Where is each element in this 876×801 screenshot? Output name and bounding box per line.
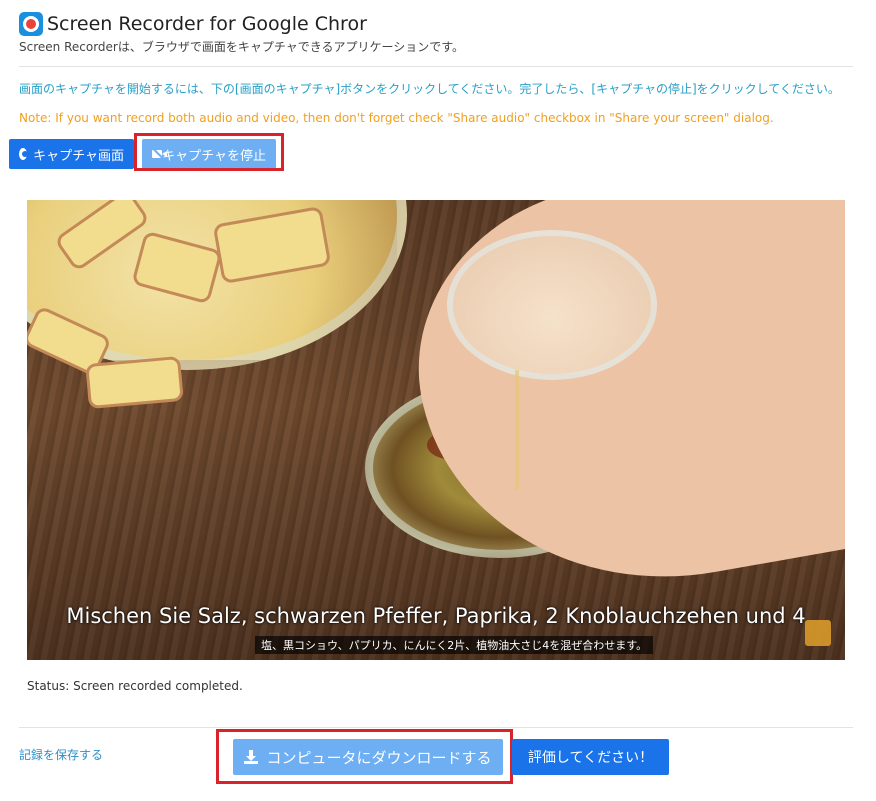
save-recording-link[interactable]: 記録を保存する [19, 746, 103, 763]
status-text: Status: Screen recorded completed. [27, 679, 243, 693]
record-icon [19, 148, 29, 160]
capture-screen-label: キャプチャ画面 [33, 148, 124, 164]
instruction-text: 画面のキャプチャを開始するには、下の[画面のキャプチャ]ボタンをクリックしてくだ… [19, 82, 840, 96]
app-title: Screen Recorder for Google Chror [47, 13, 367, 35]
oil-stream [515, 370, 519, 490]
footer-divider [19, 727, 853, 728]
video-subtitle-ja: 塩、黒コショウ、パプリカ、にんにく2片、植物油大さじ4を混ぜ合わせます。 [255, 636, 654, 654]
video-subtitle-main: Mischen Sie Salz, schwarzen Pfeffer, Pap… [66, 604, 806, 628]
stop-button-highlight [134, 133, 284, 171]
app-subtitle: Screen Recorderは、ブラウザで画面をキャプチャできるアプリケーショ… [19, 40, 465, 54]
capture-screen-button[interactable]: キャプチャ画面 [9, 139, 134, 169]
rate-label: 評価してください！ [527, 750, 654, 766]
potato-wedge [85, 355, 184, 410]
note-text: Note: If you want record both audio and … [19, 111, 774, 125]
download-button-highlight [216, 729, 513, 784]
header-divider [19, 66, 853, 67]
channel-logo-icon [805, 620, 831, 646]
oil-glass [447, 230, 657, 380]
record-app-icon [19, 12, 43, 36]
rate-button[interactable]: 評価してください！ [512, 739, 669, 775]
video-preview[interactable]: Mischen Sie Salz, schwarzen Pfeffer, Pap… [27, 200, 845, 660]
